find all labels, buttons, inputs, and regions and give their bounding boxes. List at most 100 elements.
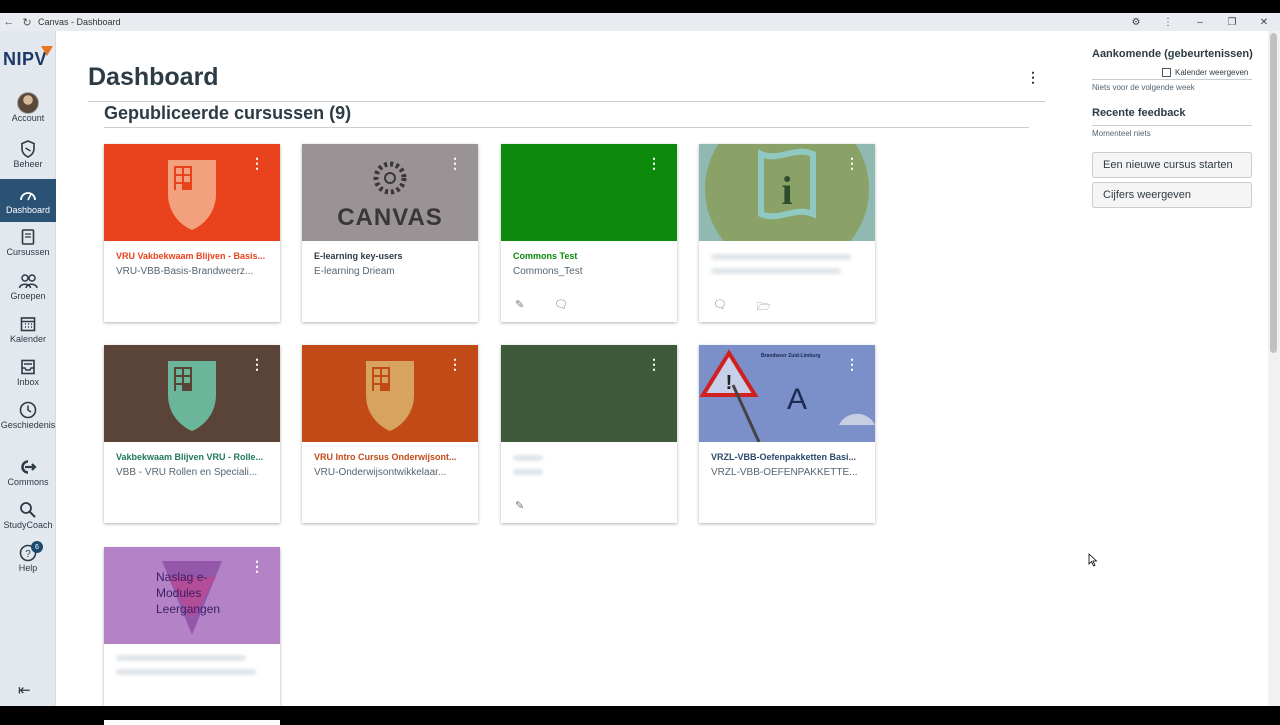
calendar-link[interactable]: Kalender weergeven: [1162, 68, 1248, 77]
divider: [1092, 79, 1252, 80]
calendar-icon: [17, 314, 39, 334]
assignments-icon[interactable]: ✎: [515, 298, 524, 311]
page-title: Dashboard: [88, 63, 219, 91]
card-subtitle: Commons_Test: [513, 266, 583, 277]
card-options-icon[interactable]: ⋮: [448, 357, 462, 371]
card-options-icon[interactable]: ⋮: [647, 357, 661, 371]
course-card[interactable]: ⋮ VRU Vakbekwaam Blijven - Basis... VRU-…: [104, 144, 280, 322]
course-card[interactable]: ⋮ Vakbekwaam Blijven VRU - Rolle... VBB …: [104, 345, 280, 523]
close-button[interactable]: ✕: [1248, 17, 1280, 28]
nav-item-studycoach[interactable]: StudyCoach: [0, 498, 56, 540]
nav-item-kalender[interactable]: Kalender: [0, 312, 56, 354]
dashboard-options-icon[interactable]: ⋮: [1026, 69, 1040, 86]
card-subtitle: VRU-Onderwijsontwikkelaar...: [314, 467, 447, 478]
feedback-title: Recente feedback: [1092, 107, 1186, 119]
title-divider: [88, 101, 1045, 102]
canvas-hero-text: CANVAS: [337, 204, 443, 231]
nav-label: Kalender: [9, 334, 47, 344]
course-card[interactable]: ⋮ Commons Test Commons_Test ✎ 🗨: [501, 144, 677, 322]
card-options-icon[interactable]: ⋮: [647, 156, 661, 170]
card-subtitle: VRZL-VBB-OEFENPAKKETTE...: [711, 467, 858, 478]
card-options-icon[interactable]: ⋮: [250, 156, 264, 170]
mouse-cursor-icon: [1088, 553, 1098, 567]
card-title[interactable]: Vakbekwaam Blijven VRU - Rolle...: [116, 452, 272, 462]
card-title[interactable]: VRU Intro Cursus Onderwijsont...: [314, 452, 470, 462]
minimize-button[interactable]: –: [1184, 17, 1216, 28]
card-options-icon[interactable]: ⋮: [845, 357, 859, 371]
files-folder-icon[interactable]: 🗁: [757, 298, 771, 317]
card-options-icon[interactable]: ⋮: [250, 357, 264, 371]
nav-label: Account: [11, 113, 45, 123]
course-card[interactable]: ⋮ ✎: [501, 345, 677, 523]
course-card[interactable]: ! Brandweer Zuid-Limburg A ⋮ VRZL-VBB-Oe…: [699, 345, 875, 523]
card-options-icon[interactable]: ⋮: [845, 156, 859, 170]
card-options-icon[interactable]: ⋮: [250, 559, 264, 573]
hero-text: Naslag e-Modules Leergangen: [156, 570, 221, 616]
card-title[interactable]: VRU Vakbekwaam Blijven - Basis...: [116, 251, 272, 261]
section-title: Gepubliceerde cursussen (9): [104, 103, 352, 123]
nav-item-inbox[interactable]: Inbox: [0, 355, 56, 397]
bottom-letterbox: [0, 706, 1280, 720]
course-card[interactable]: Naslag e-Modules Leergangen ⋮: [104, 547, 280, 725]
avatar: [17, 92, 39, 114]
nipv-logo[interactable]: NIPV: [3, 46, 53, 73]
page-scrollbar[interactable]: [1268, 31, 1280, 706]
nav-label: Commons: [7, 477, 49, 487]
svg-text:!: !: [726, 372, 733, 394]
nav-item-cursussen[interactable]: Cursussen: [0, 225, 56, 267]
course-card[interactable]: ⋮ VRU Intro Cursus Onderwijsont... VRU-O…: [302, 345, 478, 523]
svg-text:?: ?: [25, 549, 31, 560]
card-subtitle-blurred: [711, 268, 841, 274]
nav-item-account[interactable]: Account: [0, 91, 56, 133]
extension-icon[interactable]: ⚙: [1120, 17, 1152, 28]
card-subtitle: E-learning Drieam: [314, 266, 395, 277]
book-icon: [17, 227, 39, 247]
calendar-link-label: Kalender weergeven: [1175, 68, 1249, 77]
nav-label: StudyCoach: [3, 520, 53, 530]
back-arrow-icon[interactable]: ←: [0, 13, 18, 31]
card-options-icon[interactable]: ⋮: [448, 156, 462, 170]
scrollbar-thumb[interactable]: [1270, 33, 1277, 353]
canvas-app: NIPV Account Beheer Dashboard Cursussen: [0, 31, 1280, 725]
collapse-nav-icon[interactable]: ⇤: [18, 681, 31, 699]
top-letterbox: [0, 0, 1280, 13]
nav-item-geschiedenis[interactable]: Geschiedenis: [0, 398, 56, 448]
card-subtitle-blurred: [513, 469, 543, 475]
nav-item-beheer[interactable]: Beheer: [0, 137, 56, 179]
reload-icon[interactable]: ↻: [18, 13, 36, 31]
course-card[interactable]: i ⋮ 🗨 🗁: [699, 144, 875, 322]
logo-text: NIPV: [3, 49, 48, 69]
card-title[interactable]: VRZL-VBB-Oefenpakketten Basi...: [711, 452, 867, 462]
more-menu-icon[interactable]: ⋮: [1152, 17, 1184, 28]
nav-label: Help: [18, 563, 38, 573]
nav-item-help[interactable]: ? 6 Help: [0, 541, 56, 583]
users-icon: [17, 271, 39, 291]
clock-icon: [17, 400, 39, 420]
nav-item-dashboard[interactable]: Dashboard: [0, 179, 56, 222]
assignments-icon[interactable]: ✎: [515, 499, 524, 512]
nav-item-groepen[interactable]: Groepen: [0, 269, 56, 311]
calendar-icon: [1162, 68, 1171, 77]
card-subtitle: VRU-VBB-Basis-Brandweerz...: [116, 266, 254, 277]
card-subtitle-blurred: [116, 669, 256, 675]
discussions-icon[interactable]: 🗨: [554, 298, 568, 311]
new-course-button[interactable]: Een nieuwe cursus starten: [1092, 152, 1252, 178]
card-title-blurred: [711, 254, 851, 260]
hero-letter: A: [787, 383, 808, 416]
window-title: Canvas - Dashboard: [38, 17, 121, 27]
canvas-logo-icon: [373, 161, 407, 195]
nav-label: Groepen: [10, 291, 46, 301]
card-title-blurred: [116, 655, 246, 661]
card-title[interactable]: Commons Test: [513, 251, 669, 261]
view-grades-button[interactable]: Cijfers weergeven: [1092, 182, 1252, 208]
nav-item-commons[interactable]: Commons: [0, 455, 56, 497]
nav-label: Geschiedenis: [0, 420, 56, 430]
section-divider: [104, 127, 1029, 128]
discussions-icon[interactable]: 🗨: [713, 298, 727, 317]
nav-label: Beheer: [13, 159, 43, 169]
inbox-icon: [17, 357, 39, 377]
course-card[interactable]: CANVAS ⋮ E-learning key-users E-learning…: [302, 144, 478, 322]
nav-label: Cursussen: [6, 247, 50, 257]
card-title[interactable]: E-learning key-users: [314, 251, 470, 261]
restore-button[interactable]: ❐: [1216, 17, 1248, 28]
